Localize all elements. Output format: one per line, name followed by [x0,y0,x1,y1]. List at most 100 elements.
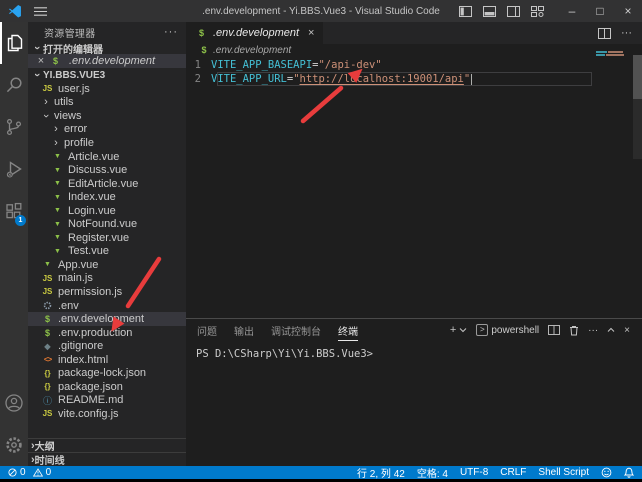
search-icon[interactable] [0,64,28,106]
window-title: .env.development - Yi.BBS.Vue3 - Visual … [202,6,440,17]
menu-icon[interactable] [34,7,47,16]
close-icon[interactable]: × [35,55,47,67]
tree-item-utils[interactable]: ›utils [28,96,186,110]
line-number: 1 [186,58,211,72]
timeline-section-header[interactable]: › 时间线 [28,452,186,466]
token: "/api-dev" [318,59,381,71]
explorer-icon[interactable] [0,22,28,64]
minimize-button[interactable]: – [558,0,586,22]
panel-tab-bar: 问题输出调试控制台终端 + >powershell ··· × [186,319,642,341]
feedback-smiley-icon[interactable] [601,467,612,478]
line-number: 2 [186,72,211,86]
tree-item-index.html[interactable]: <>index.html [28,353,186,367]
panel-tab-终端[interactable]: 终端 [338,319,358,341]
tree-item-package.json[interactable]: {}package.json [28,380,186,394]
tree-item-error[interactable]: ›error [28,123,186,137]
file-name: .env [58,300,79,312]
account-icon[interactable] [0,382,28,424]
tree-item-NotFound.vue[interactable]: ▼NotFound.vue [28,217,186,231]
run-debug-icon[interactable] [0,148,28,190]
toggle-secondary-sidebar-icon[interactable] [507,6,520,17]
tree-item-views[interactable]: ›views [28,109,186,123]
source-control-icon[interactable] [0,106,28,148]
more-actions-icon[interactable]: ··· [588,325,598,336]
tree-item-user.js[interactable]: JS user.js [28,82,186,96]
token[interactable]: http://localhost:19001/api [300,73,464,85]
tree-item-main.js[interactable]: JSmain.js [28,272,186,286]
status-cursor-position[interactable]: 行 2, 列 42 [357,465,405,480]
more-actions-icon[interactable]: ··· [621,27,632,39]
file-name: user.js [58,83,90,95]
chevron-down-icon[interactable] [459,327,467,333]
tree-item-vite.config.js[interactable]: JSvite.config.js [28,407,186,421]
problems-status[interactable]: 0 0 [8,467,51,478]
close-button[interactable]: × [614,0,642,22]
tree-item-App.vue[interactable]: ▼App.vue [28,258,186,272]
kill-terminal-icon[interactable] [569,325,579,336]
more-actions-icon[interactable]: ··· [164,26,178,38]
code-line-1[interactable]: 1VITE_APP_BASEAPI="/api-dev" [186,58,642,72]
open-editors-header[interactable]: › 打开的编辑器 [28,42,186,54]
warnings-count: 0 [46,467,52,478]
json-file-icon: {} [41,369,54,378]
file-name: Index.vue [68,191,116,203]
terminal-content[interactable]: PS D:\CSharp\Yi\Yi.BBS.Vue3> [186,341,642,360]
tree-item-Login.vue[interactable]: ▼Login.vue [28,204,186,218]
panel-tab-问题[interactable]: 问题 [197,319,217,341]
terminal-shell-selector[interactable]: >powershell [476,324,539,336]
status-eol[interactable]: CRLF [500,467,526,478]
file-name: utils [54,96,74,108]
tab-env-development[interactable]: $ .env.development × [186,22,324,44]
tree-item-.env.development[interactable]: $.env.development [28,312,186,326]
open-editor-item[interactable]: × $ .env.development [28,54,186,68]
customize-layout-icon[interactable] [531,6,544,17]
tree-item-EditArticle.vue[interactable]: ▼EditArticle.vue [28,177,186,191]
code-line-2[interactable]: 2VITE_APP_URL="http://localhost:19001/ap… [186,72,642,86]
panel-tab-调试控制台[interactable]: 调试控制台 [271,319,321,341]
file-name: Login.vue [68,205,116,217]
vscode-logo-icon [8,4,22,18]
shell-label: powershell [491,325,539,336]
tree-item-permission.js[interactable]: JSpermission.js [28,285,186,299]
code-lines[interactable]: 1VITE_APP_BASEAPI="/api-dev"2VITE_APP_UR… [186,58,642,86]
js-file-icon: JS [41,84,54,93]
maximize-button[interactable]: □ [586,0,614,22]
minimap[interactable] [596,51,628,57]
new-terminal-icon[interactable]: + [450,324,456,336]
panel-tab-输出[interactable]: 输出 [234,319,254,341]
warnings-icon [33,468,43,477]
tree-item-Test.vue[interactable]: ▼Test.vue [28,245,186,259]
status-indentation[interactable]: 空格: 4 [417,465,448,480]
project-root-header[interactable]: › YI.BBS.VUE3 [28,68,186,82]
toggle-panel-icon[interactable] [483,6,496,17]
close-panel-icon[interactable]: × [624,325,630,336]
maximize-panel-icon[interactable] [607,327,615,333]
split-editor-icon[interactable] [598,28,611,39]
settings-gear-icon[interactable] [0,424,28,466]
tree-item-.gitignore[interactable]: ◆.gitignore [28,339,186,353]
tree-item-Article.vue[interactable]: ▼Article.vue [28,150,186,164]
editor-scrollbar[interactable] [633,55,642,159]
info-file-icon: ⓘ [41,394,54,407]
tree-item-.env[interactable]: .env [28,299,186,313]
tree-item-.env.production[interactable]: $.env.production [28,326,186,340]
tree-item-Register.vue[interactable]: ▼Register.vue [28,231,186,245]
token: VITE_APP_URL [211,73,287,85]
close-icon[interactable]: × [308,27,314,39]
vue-file-icon: ▼ [51,153,64,160]
outline-section-header[interactable]: › 大纲 [28,438,186,452]
editor-tab-bar: $ .env.development × ··· [186,22,642,44]
toggle-sidebar-icon[interactable] [459,6,472,17]
extensions-icon[interactable]: 1 [0,190,28,232]
tree-item-profile[interactable]: ›profile [28,136,186,150]
tree-item-package-lock.json[interactable]: {}package-lock.json [28,366,186,380]
status-encoding[interactable]: UTF-8 [460,467,488,478]
breadcrumb[interactable]: $ .env.development [186,44,642,56]
notifications-bell-icon[interactable] [624,467,634,478]
status-language-mode[interactable]: Shell Script [538,467,589,478]
tree-item-Discuss.vue[interactable]: ▼Discuss.vue [28,163,186,177]
tree-item-Index.vue[interactable]: ▼Index.vue [28,190,186,204]
status-right: 行 2, 列 42 空格: 4 UTF-8 CRLF Shell Script [357,465,634,480]
tree-item-README.md[interactable]: ⓘREADME.md [28,394,186,408]
split-terminal-icon[interactable] [548,325,560,335]
